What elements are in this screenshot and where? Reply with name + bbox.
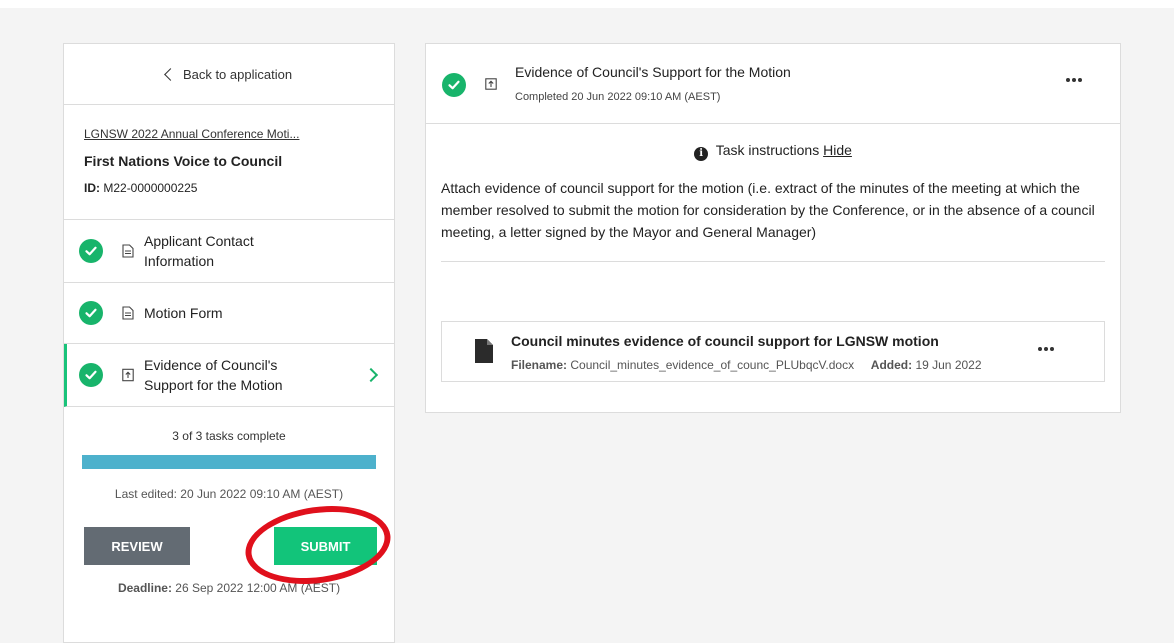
file-meta: Filename: Council_minutes_evidence_of_co… bbox=[511, 358, 982, 372]
file-title: Council minutes evidence of council supp… bbox=[511, 333, 939, 349]
task-title: Evidence of Council's Support for the Mo… bbox=[515, 64, 791, 80]
document-icon bbox=[122, 306, 134, 320]
task-label: Motion Form bbox=[144, 305, 223, 321]
back-to-application-link[interactable]: Back to application bbox=[64, 44, 394, 105]
attached-file-card[interactable]: Council minutes evidence of council supp… bbox=[441, 321, 1105, 382]
task-applicant-contact-information[interactable]: Applicant Contact Information bbox=[64, 220, 394, 283]
hide-instructions-link[interactable]: Hide bbox=[823, 142, 852, 158]
deadline-text: Deadline: 26 Sep 2022 12:00 AM (AEST) bbox=[117, 581, 341, 595]
task-motion-form[interactable]: Motion Form bbox=[64, 283, 394, 344]
upload-icon bbox=[485, 78, 497, 90]
application-round-link[interactable]: LGNSW 2022 Annual Conference Moti... bbox=[84, 127, 374, 141]
document-icon bbox=[122, 244, 134, 258]
back-label: Back to application bbox=[182, 66, 293, 82]
progress-text: 3 of 3 tasks complete bbox=[172, 429, 286, 443]
chevron-right-icon bbox=[363, 367, 379, 383]
task-label: Applicant Contact Information bbox=[144, 233, 254, 269]
task-completed-date: Completed 20 Jun 2022 09:10 AM (AEST) bbox=[515, 91, 721, 103]
submit-button[interactable]: SUBMIT bbox=[274, 527, 377, 565]
task-detail-panel: Evidence of Council's Support for the Mo… bbox=[425, 43, 1121, 413]
task-evidence-of-council-support[interactable]: Evidence of Council's Support for the Mo… bbox=[64, 344, 394, 407]
check-circle-icon bbox=[79, 363, 103, 387]
task-sidebar: Back to application LGNSW 2022 Annual Co… bbox=[63, 43, 396, 643]
top-strip bbox=[0, 0, 1174, 8]
task-header: Evidence of Council's Support for the Mo… bbox=[426, 44, 1120, 124]
progress-bar-fill bbox=[82, 455, 376, 469]
application-id: ID: M22-0000000225 bbox=[84, 181, 198, 195]
file-more-options-icon[interactable] bbox=[1038, 347, 1054, 351]
check-circle-icon bbox=[79, 239, 103, 263]
file-icon bbox=[475, 339, 493, 363]
check-circle-icon bbox=[442, 73, 466, 97]
review-button[interactable]: REVIEW bbox=[84, 527, 190, 565]
task-instructions-text: Attach evidence of council support for t… bbox=[441, 177, 1105, 262]
upload-icon bbox=[122, 368, 134, 382]
info-icon: i bbox=[694, 147, 709, 161]
application-title: First Nations Voice to Council bbox=[84, 153, 283, 169]
more-options-icon[interactable] bbox=[1066, 78, 1082, 82]
task-instructions-label: Task instructions bbox=[715, 142, 820, 158]
check-circle-icon bbox=[79, 301, 103, 325]
progress-bar bbox=[82, 455, 376, 469]
action-buttons: REVIEW SUBMIT Deadline: 26 Sep 2022 12:0… bbox=[64, 497, 396, 595]
chevron-left-icon bbox=[164, 67, 177, 81]
task-instructions-header: i Task instructions Hide bbox=[426, 142, 1120, 161]
task-label: Evidence of Council's Support for the Mo… bbox=[144, 357, 283, 393]
progress-section: 3 of 3 tasks complete Last edited: 20 Ju… bbox=[64, 407, 394, 501]
last-edited-text: Last edited: 20 Jun 2022 09:10 AM (AEST) bbox=[114, 487, 344, 501]
application-info: LGNSW 2022 Annual Conference Moti... Fir… bbox=[64, 105, 394, 220]
